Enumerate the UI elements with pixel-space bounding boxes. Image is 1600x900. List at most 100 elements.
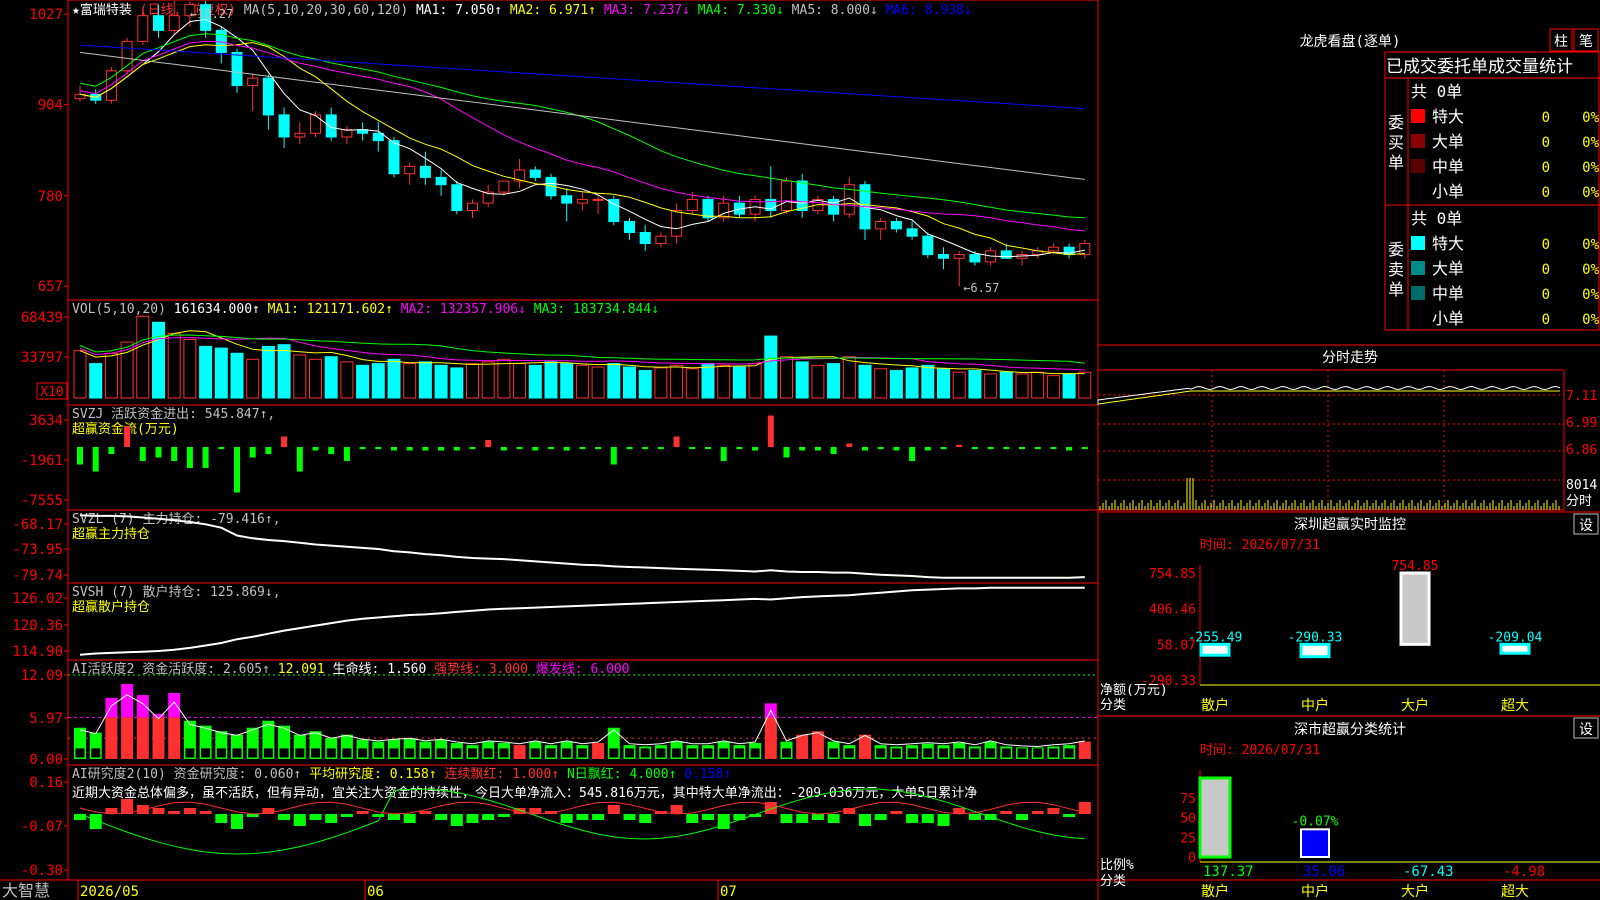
vol-bar[interactable] [575,364,589,399]
kline-candle[interactable] [467,202,478,211]
svzj-bar[interactable] [705,447,711,450]
kline-candle[interactable] [498,180,510,193]
svzj-bar[interactable] [249,447,256,458]
ai-research-bar[interactable] [592,814,605,820]
kline-candle[interactable] [325,114,337,138]
vol-bar[interactable] [827,363,841,399]
ai-research-bar[interactable] [215,814,228,823]
kline-candle[interactable] [576,198,588,204]
kline-candle[interactable] [529,169,541,178]
ai-research-bar[interactable] [231,814,243,829]
svzj-bar[interactable] [406,447,413,451]
svzj-bar[interactable] [516,447,523,450]
svzj-bar[interactable] [108,447,115,454]
svzj-bar[interactable] [312,447,319,451]
ai-research-bar[interactable] [403,814,416,823]
ai-active-chart[interactable]: AI活跃度2 资金活跃度: 2.605↑ 12.091 生命线: 1.560 强… [21,661,1098,768]
vol-bar[interactable] [905,367,919,399]
svzj-bar[interactable] [155,447,162,458]
kline-candle[interactable] [906,228,918,237]
vol-bar[interactable] [450,367,464,399]
ai-active-bar-burst[interactable] [168,692,181,718]
ai-active-bar-red[interactable] [859,734,871,759]
kline-candle[interactable] [435,176,447,186]
vol-bar[interactable] [874,368,888,399]
svzj-bar[interactable] [610,447,617,465]
vol-bar[interactable] [104,352,118,399]
svzj-bar[interactable] [1003,447,1010,450]
ai-active-bar-red[interactable] [168,717,181,759]
vol-bar[interactable] [670,364,684,399]
svzj-bar[interactable] [924,447,931,451]
ai-research-bar[interactable] [670,805,683,814]
kline-candle[interactable] [875,220,887,230]
kline-candle[interactable] [419,165,431,178]
kline-candle[interactable] [671,209,683,237]
ai-research-bar[interactable] [811,814,824,820]
vol-bar[interactable] [513,363,527,399]
svzj-bar[interactable] [783,447,790,458]
vol-bar[interactable] [544,361,558,399]
ai-research-bar[interactable] [497,814,510,817]
vol-bar[interactable] [591,366,605,399]
svzj-bar[interactable] [296,447,303,472]
vol-bar[interactable] [167,333,181,399]
vol-bar[interactable] [434,364,448,399]
vol-bar[interactable] [748,363,762,399]
vol-bar[interactable] [842,356,856,399]
svzj-bar[interactable] [234,447,240,493]
ai-research-bar[interactable] [560,814,573,823]
svzj-bar[interactable] [265,447,272,454]
vol-bar[interactable] [309,358,322,399]
ai-research-bar[interactable] [450,814,463,826]
ai-research-bar[interactable] [482,814,495,820]
kline-candle[interactable] [608,198,620,222]
ai-research-bar[interactable] [435,814,448,820]
vol-bar[interactable] [623,366,636,399]
vol-bar[interactable] [324,356,338,399]
kline-candle[interactable] [278,114,290,138]
svzj-bar[interactable] [626,447,633,450]
vol-bar[interactable] [717,364,731,399]
ai-research-bar[interactable] [733,814,746,820]
ai-research-bar[interactable] [1031,811,1044,814]
ai-research-bar[interactable] [576,814,589,820]
vol-bar[interactable] [183,339,197,399]
svzj-bar[interactable] [799,447,806,451]
svzj-bar[interactable] [375,447,382,450]
ai-research-bar[interactable] [1063,814,1076,817]
vol-bar[interactable] [638,369,652,399]
ai-active-bar-red[interactable] [513,745,526,759]
kline-candle[interactable] [1047,246,1059,252]
vol-bar[interactable] [1062,373,1076,399]
ai-research-bar[interactable] [968,814,981,820]
vol-bar[interactable] [481,361,495,399]
svzj-bar[interactable] [92,447,99,472]
kline-candle[interactable] [702,198,714,219]
svzj-bar[interactable] [673,436,680,448]
kline-candle[interactable] [231,51,243,87]
svzj-bar[interactable] [500,447,507,451]
svzj-bar[interactable] [485,440,492,447]
vol-bar[interactable] [387,358,401,399]
svzj-bar[interactable] [218,447,225,450]
svzj-bar[interactable] [563,447,570,451]
svzj-bar[interactable] [171,447,178,461]
ai-research-bar[interactable] [874,814,887,820]
vol-bar[interactable] [732,366,746,399]
svzj-bar[interactable] [469,447,476,450]
szstat-bar[interactable] [1300,828,1330,859]
svzj-bar[interactable] [595,447,602,450]
ai-research-bar[interactable] [152,808,165,814]
szmon-bar[interactable] [1199,642,1231,657]
ai-research-bar[interactable] [1000,811,1013,814]
svzj-chart[interactable]: SVZJ 活跃资金进出: 545.847↑,超赢资金流(万元)3634-1961… [21,406,1088,509]
kline-candle[interactable] [890,220,902,230]
kline-chart[interactable]: ★富瑞特装 (日线, 前复权) MA(5,10,20,30,60,120) MA… [29,0,1091,295]
ai-research-bar[interactable] [199,811,212,814]
vol-bar[interactable] [371,363,385,399]
svzj-bar[interactable] [940,447,947,450]
szstat-bar[interactable] [1198,776,1232,859]
ai-active-bar-burst[interactable] [136,695,149,718]
kline-candle[interactable] [388,140,400,175]
